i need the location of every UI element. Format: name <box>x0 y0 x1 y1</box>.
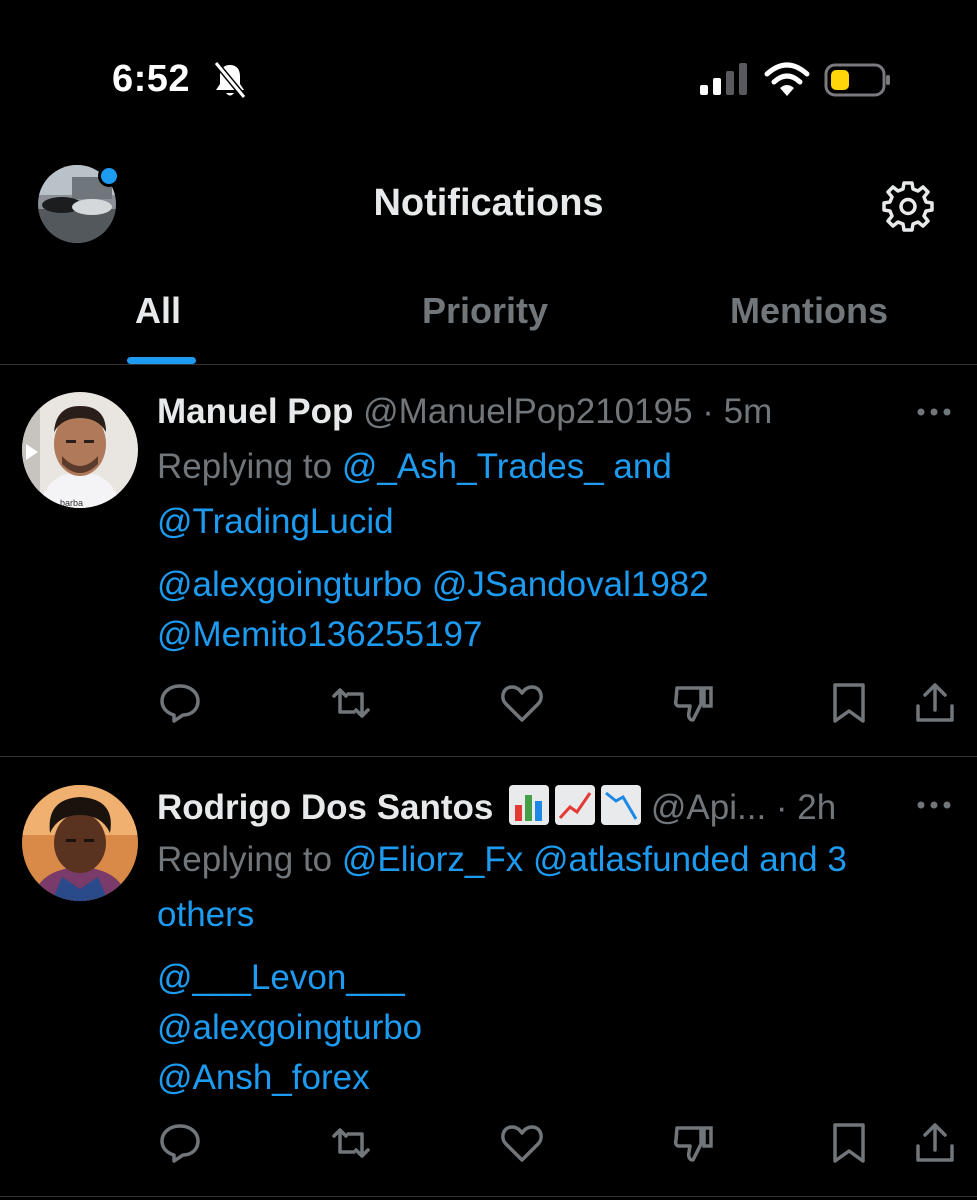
battery-icon <box>824 63 890 97</box>
replying-label: Replying to <box>157 840 333 879</box>
replying-users-cont[interactable]: others <box>157 895 254 935</box>
post-divider <box>0 756 977 757</box>
post-header: Rodrigo Dos Santos @Api... · 2h <box>157 785 836 828</box>
replying-users-cont[interactable]: @TradingLucid <box>157 502 394 542</box>
retweet-icon[interactable] <box>328 680 374 726</box>
reply-icon[interactable] <box>157 1120 203 1166</box>
share-icon[interactable] <box>912 1120 958 1166</box>
more-options-icon[interactable] <box>912 404 956 420</box>
silent-bell-icon <box>213 61 247 99</box>
author-name[interactable]: Manuel Pop <box>157 392 353 431</box>
bookmark-icon[interactable] <box>826 1120 872 1166</box>
avatar-caption: barba <box>60 498 84 508</box>
reply-icon[interactable] <box>157 680 203 726</box>
chart-increasing-emoji <box>555 785 596 825</box>
replying-label: Replying to <box>157 447 333 486</box>
like-icon[interactable] <box>499 680 545 726</box>
settings-gear-icon[interactable] <box>882 180 934 232</box>
post-divider <box>0 1196 977 1197</box>
post-time[interactable]: 2h <box>797 788 836 827</box>
dislike-icon[interactable] <box>671 680 717 726</box>
replying-users[interactable]: @Eliorz_Fx @atlasfunded and 3 <box>342 840 847 879</box>
active-tab-indicator <box>127 357 196 364</box>
bar-chart-emoji <box>509 785 550 825</box>
wifi-icon <box>764 62 810 96</box>
author-name[interactable]: Rodrigo Dos Santos <box>157 788 493 827</box>
share-icon[interactable] <box>912 680 958 726</box>
tabs-divider <box>0 364 977 365</box>
bookmark-icon[interactable] <box>826 680 872 726</box>
replying-users[interactable]: @_Ash_Trades_ and <box>342 447 672 486</box>
separator-dot: · <box>692 392 724 431</box>
more-options-icon[interactable] <box>912 797 956 813</box>
cellular-signal-icon <box>700 63 747 95</box>
post-mentions-line[interactable]: @Ansh_forex <box>157 1058 370 1098</box>
separator-dot: · <box>766 788 798 827</box>
page-title: Notifications <box>373 182 604 224</box>
tab-all[interactable]: All <box>135 290 181 332</box>
post-mentions-line[interactable]: @alexgoingturbo @JSandoval1982 <box>157 565 709 605</box>
status-time: 6:52 <box>112 58 191 100</box>
tab-priority[interactable]: Priority <box>422 290 548 332</box>
post-mentions-line[interactable]: @Memito136255197 <box>157 615 482 655</box>
post-mentions-line[interactable]: @___Levon___ <box>157 958 405 998</box>
dislike-icon[interactable] <box>671 1120 717 1166</box>
post-header: Manuel Pop @ManuelPop210195 · 5m <box>157 392 772 432</box>
post-avatar-rodrigo-dos-santos[interactable] <box>22 785 138 901</box>
retweet-icon[interactable] <box>328 1120 374 1166</box>
replying-to: Replying to @Eliorz_Fx @atlasfunded and … <box>157 840 847 880</box>
post-avatar-manuel-pop[interactable]: barba <box>22 392 138 508</box>
like-icon[interactable] <box>499 1120 545 1166</box>
replying-to: Replying to @_Ash_Trades_ and <box>157 447 672 487</box>
post-time[interactable]: 5m <box>724 392 773 431</box>
chart-decreasing-emoji <box>601 785 642 825</box>
author-handle[interactable]: @ManuelPop210195 <box>363 392 692 431</box>
post-mentions-line[interactable]: @alexgoingturbo <box>157 1008 422 1048</box>
author-handle[interactable]: @Api... <box>651 788 766 827</box>
tab-mentions[interactable]: Mentions <box>730 290 888 332</box>
